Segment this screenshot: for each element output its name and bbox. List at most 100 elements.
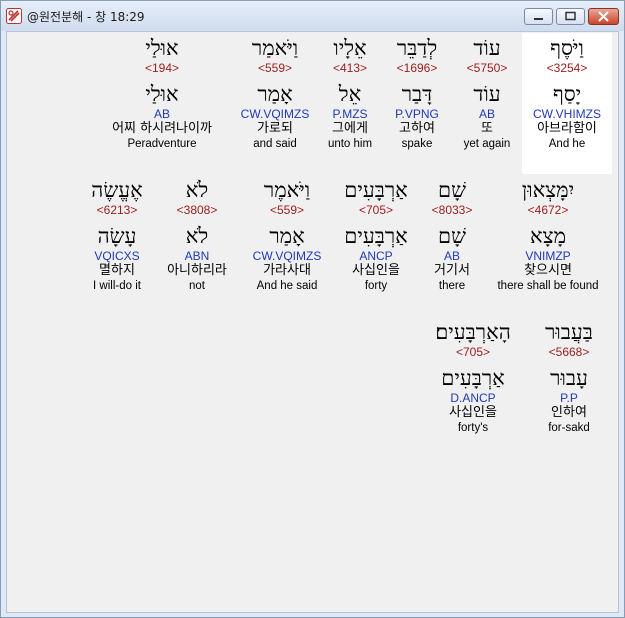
word-column[interactable]: שָׁם <8033> שָׁם AB 거기서 there: [423, 177, 481, 293]
morphology-code[interactable]: CW.VQIMZS: [245, 249, 329, 263]
morphology-code[interactable]: AB: [92, 107, 232, 121]
title-bar[interactable]: @원전분해 - 창 18:29: [1, 1, 624, 31]
korean-gloss: 아브라함이: [537, 121, 597, 136]
morphology-code[interactable]: CW.VQIMZS: [234, 107, 316, 121]
strong-number[interactable]: <705>: [333, 203, 419, 217]
korean-gloss: 가로되: [257, 121, 293, 136]
app-icon: [6, 8, 22, 24]
hebrew-word: עוֹד: [473, 36, 501, 60]
word-column[interactable]: וַיֹּסֶף <3254> יָסַף CW.VHIMZS 아브라함이 An…: [522, 35, 612, 151]
strong-number[interactable]: <194>: [92, 61, 232, 75]
word-column[interactable]: אֶעֱשֶׂה <6213> עָשָׂה VQICXS 멸하지 I will…: [83, 177, 151, 293]
morphology-code[interactable]: P.VPNG: [384, 107, 450, 121]
hebrew-lemma: אָמַר: [257, 82, 293, 106]
korean-gloss: 그에게: [332, 121, 368, 136]
english-gloss: forty: [364, 280, 388, 292]
word-column[interactable]: לְדַבֵּר <1696> דָּבַר P.VPNG 고하여 spake: [384, 35, 450, 151]
hebrew-word: אֵלָיו: [333, 36, 367, 60]
strong-number[interactable]: <3808>: [163, 203, 231, 217]
word-column[interactable]: אֵלָיו <413> אֵל P.MZS 그에게 unto him: [318, 35, 382, 151]
close-button[interactable]: [588, 8, 619, 25]
hebrew-lemma: אַרְבָּעִים: [441, 366, 505, 390]
english-gloss: not: [189, 280, 205, 292]
morphology-code[interactable]: D.ANCP: [421, 391, 525, 405]
english-gloss: unto him: [327, 138, 373, 150]
english-gloss: there: [438, 280, 466, 292]
word-column[interactable]: הָאַרְבָּעִים׃ <705> אַרְבָּעִים D.ANCP …: [421, 319, 525, 435]
morphology-code[interactable]: VNIMZP: [485, 249, 611, 263]
korean-gloss: 고하여: [399, 121, 435, 136]
window-title: @원전분해 - 창 18:29: [27, 10, 145, 24]
maximize-button[interactable]: [556, 8, 585, 25]
word-column[interactable]: אַרְבָּעִים <705> אַרְבָּעִים ANCP 사십인을 …: [333, 177, 419, 293]
hebrew-lemma: אוּלַי: [145, 82, 179, 106]
interlinear-pane[interactable]: וַיֹּסֶף <3254> יָסַף CW.VHIMZS 아브라함이 An…: [6, 31, 619, 613]
word-column[interactable]: בַּעֲבוּר <5668> עָבוּר P.P 인하여 for-sakd: [533, 319, 605, 435]
morphology-code[interactable]: VQICXS: [83, 249, 151, 263]
app-window: @원전분해 - 창 18:29 וַיֹּסֶף <3254> יָסַף CW…: [0, 0, 625, 618]
minimize-button[interactable]: [524, 8, 553, 25]
word-column[interactable]: לֹא <3808> לֹא ABN 아니하리라 not: [163, 177, 231, 293]
strong-number[interactable]: <559>: [234, 61, 316, 75]
hebrew-lemma: עוֹד: [473, 82, 501, 106]
hebrew-lemma: לֹא: [185, 224, 209, 248]
word-column[interactable]: וַיֹּאמַר <559> אָמַר CW.VQIMZS 가로되 and …: [234, 35, 316, 151]
korean-gloss: 아니하리라: [167, 263, 227, 278]
strong-number[interactable]: <1696>: [384, 61, 450, 75]
close-icon: [598, 11, 609, 22]
korean-gloss: 가라사대: [263, 263, 311, 278]
morphology-code[interactable]: AB: [423, 249, 481, 263]
korean-gloss: 인하여: [551, 405, 587, 420]
hebrew-word: וַיֹּאמַר: [251, 36, 299, 60]
hebrew-lemma: אָמַר: [269, 224, 305, 248]
morphology-code[interactable]: ANCP: [333, 249, 419, 263]
strong-number[interactable]: <413>: [318, 61, 382, 75]
korean-gloss: 어찌 하시려나이까: [112, 121, 212, 136]
strong-number[interactable]: <559>: [245, 203, 329, 217]
hebrew-word: אֶעֱשֶׂה: [91, 178, 143, 202]
hebrew-word: לֹא: [185, 178, 209, 202]
morphology-code[interactable]: ABN: [163, 249, 231, 263]
maximize-icon: [565, 11, 576, 21]
hebrew-word: וַיֹּסֶף: [550, 36, 584, 60]
morphology-code[interactable]: AB: [452, 107, 522, 121]
morphology-code[interactable]: P.P: [533, 391, 605, 405]
hebrew-lemma: אַרְבָּעִים: [344, 224, 408, 248]
english-gloss: forty's: [457, 422, 489, 434]
minimize-icon: [534, 18, 543, 20]
english-gloss: for-sakd: [548, 422, 590, 434]
hebrew-lemma: אֵל: [338, 82, 362, 106]
hebrew-lemma: שָׁם: [438, 224, 466, 248]
english-gloss: yet again: [463, 138, 511, 150]
strong-number[interactable]: <8033>: [423, 203, 481, 217]
hebrew-word: יִמָּצְאוּן: [521, 178, 575, 202]
hebrew-word: אַרְבָּעִים: [344, 178, 408, 202]
strong-number[interactable]: <4672>: [485, 203, 611, 217]
hebrew-word: הָאַרְבָּעִים׃: [435, 320, 511, 344]
word-column[interactable]: עוֹד <5750> עוֹד AB 또 yet again: [452, 35, 522, 151]
word-column[interactable]: אוּלַי <194> אוּלַי AB 어찌 하시려나이까 Peradve…: [92, 35, 232, 151]
word-column[interactable]: וַיֹּאמֶר <559> אָמַר CW.VQIMZS 가라사대 And…: [245, 177, 329, 293]
korean-gloss: 찾으시면: [524, 263, 572, 278]
english-gloss: there shall be found: [497, 280, 599, 292]
korean-gloss: 사십인을: [352, 263, 400, 278]
hebrew-word: אוּלַי: [145, 36, 179, 60]
hebrew-lemma: דָּבַר: [401, 82, 433, 106]
korean-gloss: 사십인을: [449, 405, 497, 420]
english-gloss: and said: [253, 138, 297, 150]
word-column[interactable]: יִמָּצְאוּן <4672> מָצָא VNIMZP 찾으시면 the…: [485, 177, 611, 293]
strong-number[interactable]: <5668>: [533, 345, 605, 359]
korean-gloss: 멸하지: [99, 263, 135, 278]
strong-number[interactable]: <5750>: [452, 61, 522, 75]
strong-number[interactable]: <705>: [421, 345, 525, 359]
morphology-code[interactable]: P.MZS: [318, 107, 382, 121]
english-gloss: I will-do it: [93, 280, 141, 292]
strong-number[interactable]: <3254>: [522, 61, 612, 75]
morphology-code[interactable]: CW.VHIMZS: [522, 107, 612, 121]
korean-gloss: 또: [481, 121, 493, 136]
english-gloss: Peradventure: [127, 138, 197, 150]
english-gloss: And he said: [256, 280, 318, 292]
hebrew-lemma: עָבוּר: [550, 366, 588, 390]
hebrew-lemma: עָשָׂה: [97, 224, 137, 248]
strong-number[interactable]: <6213>: [83, 203, 151, 217]
